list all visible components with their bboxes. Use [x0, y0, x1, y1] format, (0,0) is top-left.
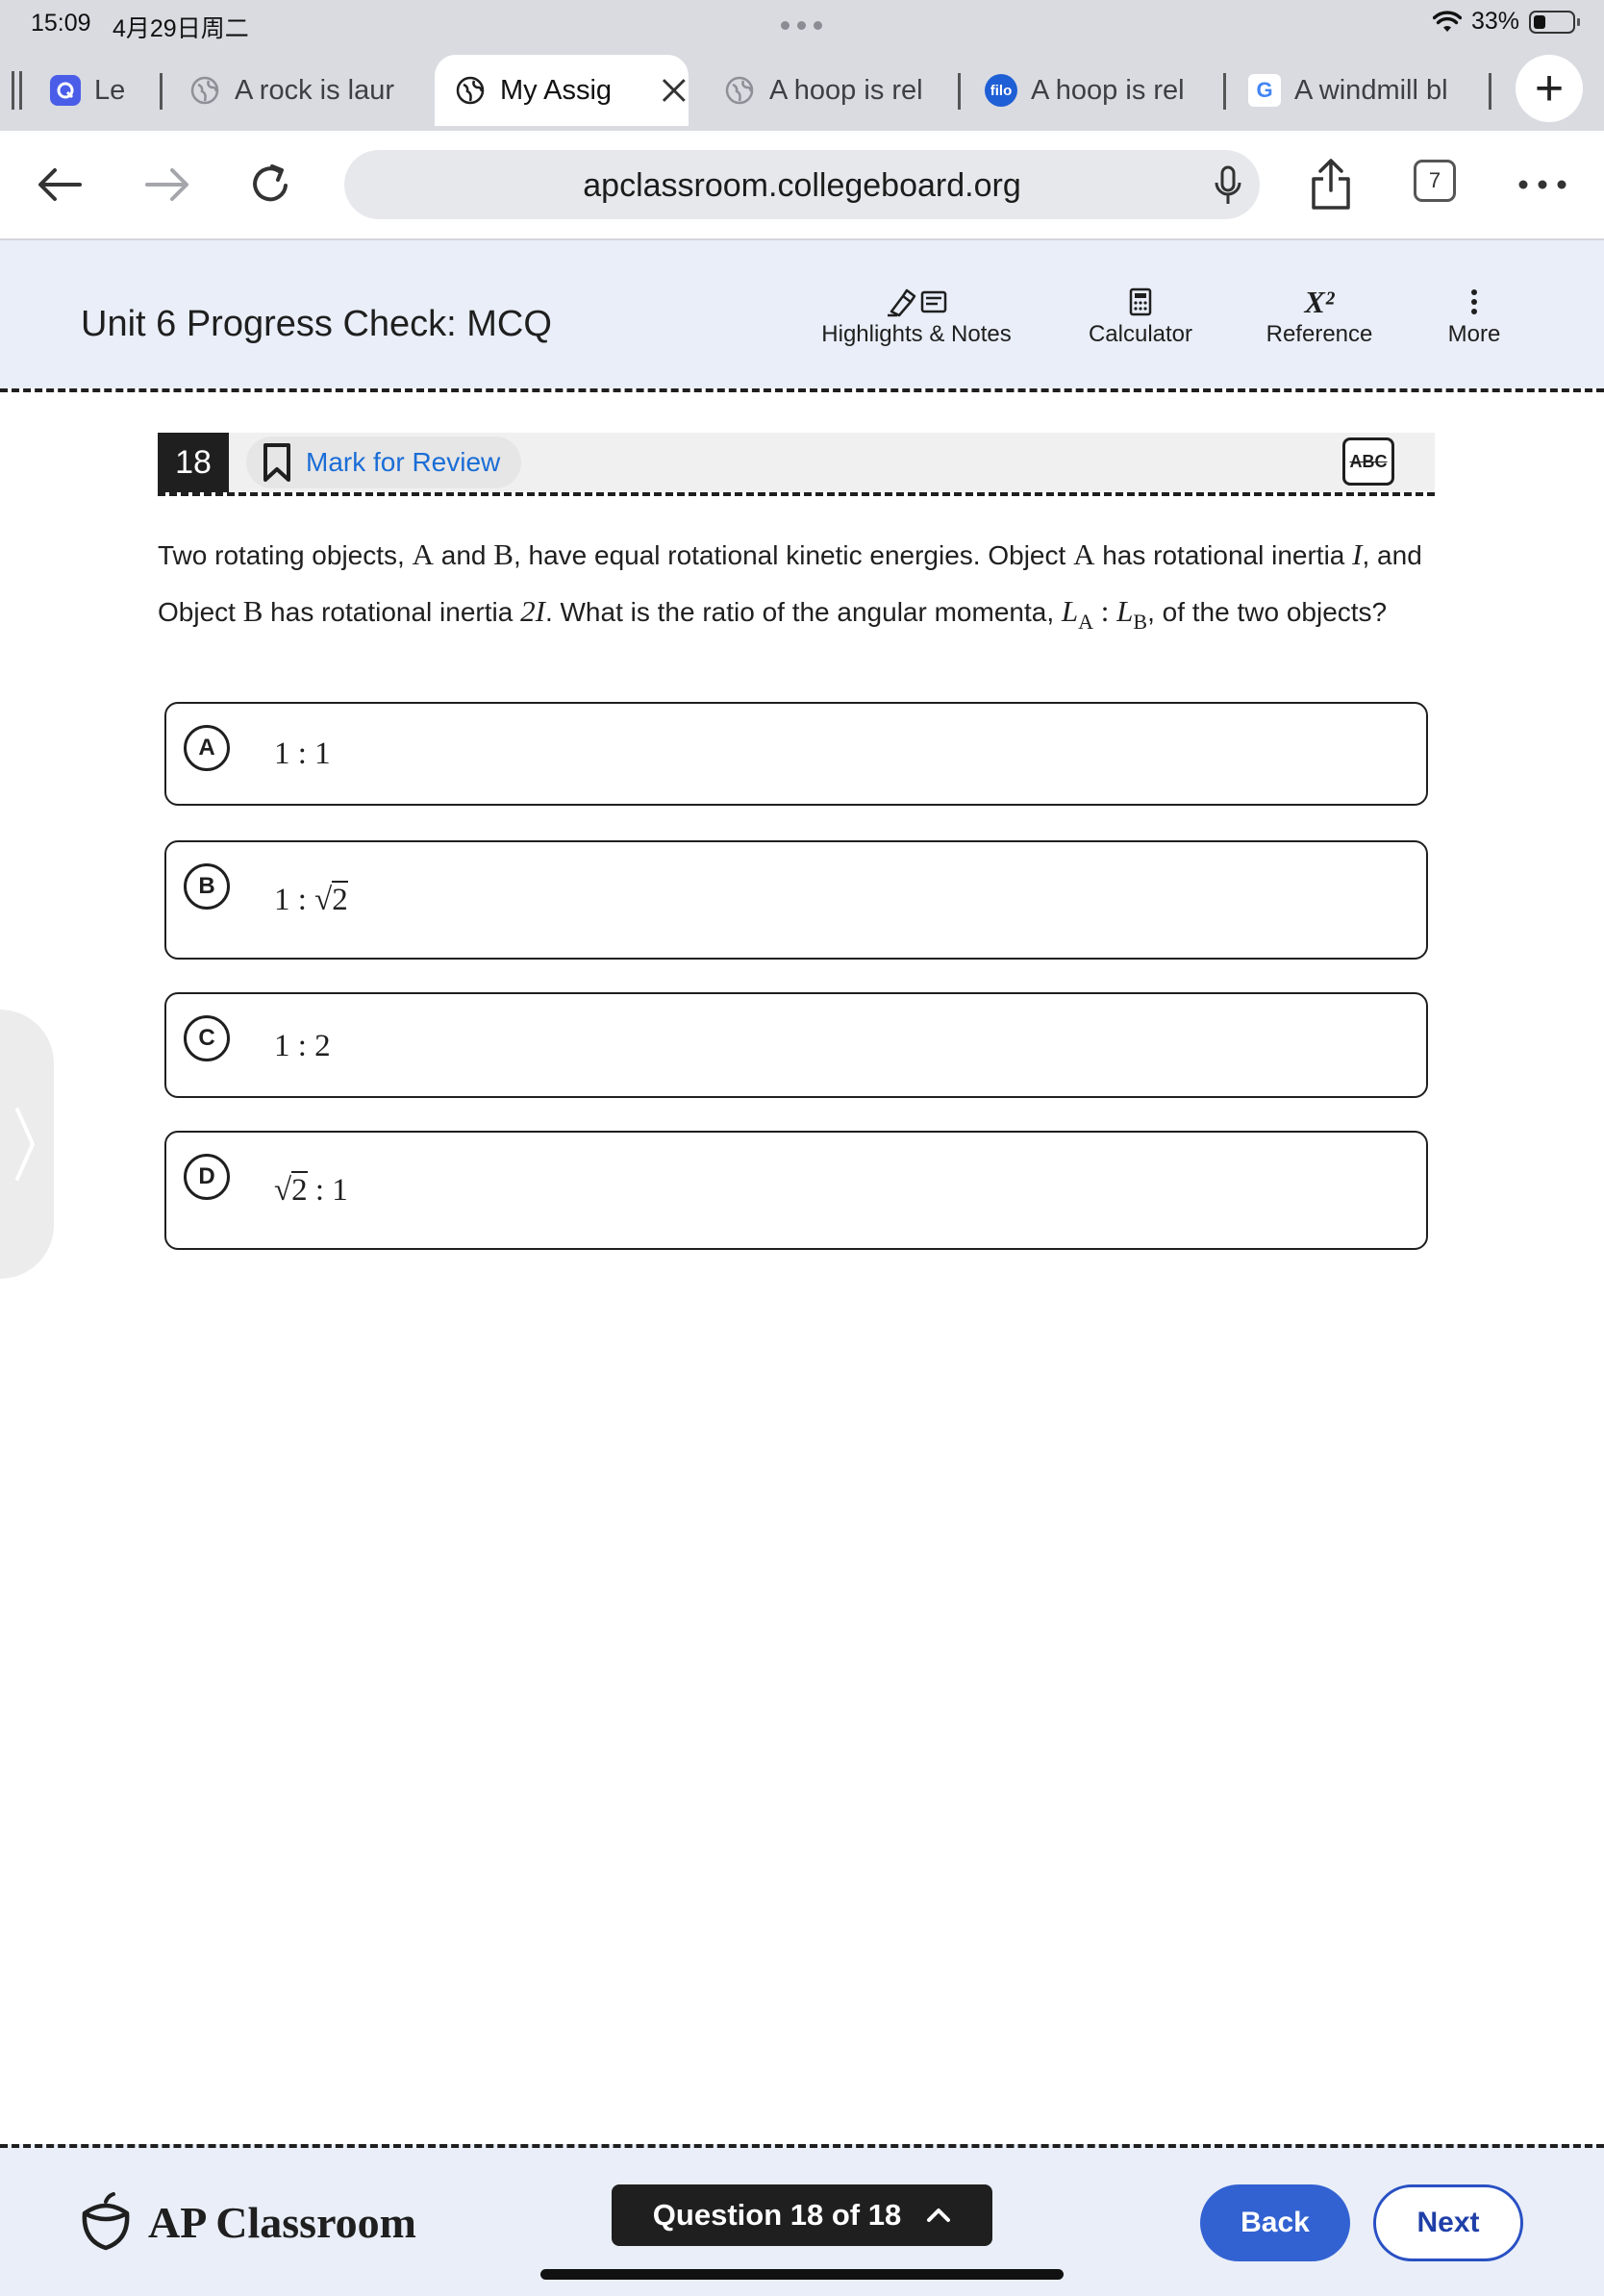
question-toolbar: 18 Mark for Review ABC [158, 433, 1435, 492]
choice-text-d: √2 : 1 [274, 1171, 348, 1208]
more-button[interactable]: More [1433, 283, 1516, 348]
choice-text-a: 1 : 1 [274, 736, 331, 771]
browser-tab-active[interactable]: My Assig [435, 55, 689, 126]
battery-icon [1529, 10, 1580, 34]
address-bar-row: apclassroom.collegeboard.org 7 [0, 131, 1604, 240]
more-dots-icon[interactable] [1512, 154, 1573, 215]
choice-letter-b: B [184, 863, 230, 910]
acorn-icon [82, 2192, 130, 2251]
more-label: More [1447, 321, 1501, 347]
choice-text-c: 1 : 2 [274, 1029, 331, 1063]
choice-letter-c: C [184, 1015, 230, 1061]
status-right: 33% [1432, 8, 1580, 36]
new-tab-button[interactable]: + [1516, 55, 1583, 122]
ap-classroom-logo: AP Classroom [79, 2192, 416, 2252]
question-nav-label: Question 18 of 18 [652, 2198, 902, 2232]
tab-title: A windmill bl [1294, 74, 1448, 106]
choice-text-b: 1 : √2 [274, 881, 348, 917]
question-navigator-button[interactable]: Question 18 of 18 [612, 2184, 992, 2246]
mark-for-review-label: Mark for Review [306, 447, 501, 477]
browser-tab-2[interactable]: A rock is laur [188, 60, 412, 121]
back-arrow-icon[interactable] [29, 154, 90, 215]
url-text: apclassroom.collegeboard.org [583, 167, 1021, 204]
abc-strike-icon: ABC [1349, 451, 1388, 471]
globe-icon [188, 74, 221, 107]
sqrt-symbol: √ [314, 883, 333, 917]
back-button[interactable]: Back [1200, 2184, 1350, 2261]
chevron-right-icon [15, 1108, 36, 1181]
multitask-dots-icon[interactable] [781, 21, 822, 30]
browser-tab-4[interactable]: A hoop is rel [723, 60, 944, 121]
next-button[interactable]: Next [1373, 2184, 1523, 2261]
reference-icon: X² [1304, 284, 1335, 319]
answer-choice-a[interactable]: A 1 : 1 [164, 702, 1428, 806]
question-number: 18 [158, 433, 229, 492]
question-stem: Two rotating objects, A and B, have equa… [158, 537, 1422, 634]
answer-choice-c[interactable]: C 1 : 2 [164, 992, 1428, 1098]
reference-button[interactable]: X² Reference [1254, 283, 1385, 348]
vertical-dots-icon [1433, 283, 1516, 321]
globe-icon [723, 74, 756, 107]
bookmark-icon [263, 443, 290, 482]
microphone-icon[interactable] [1212, 165, 1244, 206]
tab-count-button[interactable]: 7 [1414, 160, 1456, 202]
highlighter-notes-icon [815, 283, 1017, 321]
calculator-label: Calculator [1088, 321, 1193, 347]
highlights-notes-label: Highlights & Notes [821, 321, 1012, 347]
chevron-up-icon [927, 2209, 951, 2222]
forward-arrow-icon[interactable] [137, 154, 198, 215]
url-field[interactable]: apclassroom.collegeboard.org [344, 150, 1260, 219]
page-title: Unit 6 Progress Check: MCQ [81, 304, 552, 344]
choice-letter-d: D [184, 1154, 230, 1200]
side-panel-handle[interactable] [0, 1010, 54, 1279]
tab-title: My Assig [500, 74, 613, 106]
tab-title: Le [94, 74, 126, 106]
globe-icon [454, 74, 487, 107]
tab-title: A rock is laur [235, 74, 394, 106]
status-bar: 15:09 4月29日周二 33% [0, 0, 1604, 50]
question-divider [158, 492, 1435, 496]
home-indicator[interactable] [540, 2269, 1064, 2280]
assessment-header: Unit 6 Progress Check: MCQ Highlights & … [0, 240, 1604, 388]
browser-tab-1[interactable]: Le [50, 60, 156, 121]
plus-icon: + [1534, 61, 1565, 116]
brand-name: AP Classroom [148, 2197, 416, 2247]
answer-choice-b[interactable]: B 1 : √2 [164, 840, 1428, 960]
browser-tab-5[interactable]: filo A hoop is rel [985, 60, 1214, 121]
battery-percent: 33% [1470, 8, 1519, 35]
calculator-button[interactable]: Calculator [1075, 283, 1206, 348]
sqrt-symbol: √ [274, 1173, 292, 1208]
calculator-icon [1075, 283, 1206, 321]
google-icon: G [1248, 74, 1281, 107]
filo-icon: filo [985, 74, 1017, 107]
answer-choice-d[interactable]: D √2 : 1 [164, 1131, 1428, 1250]
status-time: 15:09 [31, 10, 91, 37]
reference-label: Reference [1266, 321, 1373, 347]
wifi-icon [1432, 10, 1462, 32]
mark-for-review-button[interactable]: Mark for Review [246, 437, 522, 488]
status-date: 4月29日周二 [113, 15, 249, 42]
share-icon[interactable] [1300, 154, 1362, 215]
tab-title: A hoop is rel [1031, 74, 1185, 106]
close-tab-icon[interactable] [660, 76, 689, 105]
choice-letter-a: A [184, 725, 230, 771]
answer-eliminator-button[interactable]: ABC [1342, 437, 1394, 486]
header-divider [0, 388, 1604, 392]
footer-divider [0, 2144, 1604, 2148]
highlights-notes-button[interactable]: Highlights & Notes [815, 283, 1017, 348]
reload-icon[interactable] [240, 154, 302, 215]
browser-tab-bar: Le A rock is laur My Assig A hoop is rel… [0, 50, 1604, 131]
q-app-icon [50, 75, 81, 106]
browser-tab-6[interactable]: G A windmill bl [1248, 60, 1469, 121]
tab-title: A hoop is rel [769, 74, 923, 106]
